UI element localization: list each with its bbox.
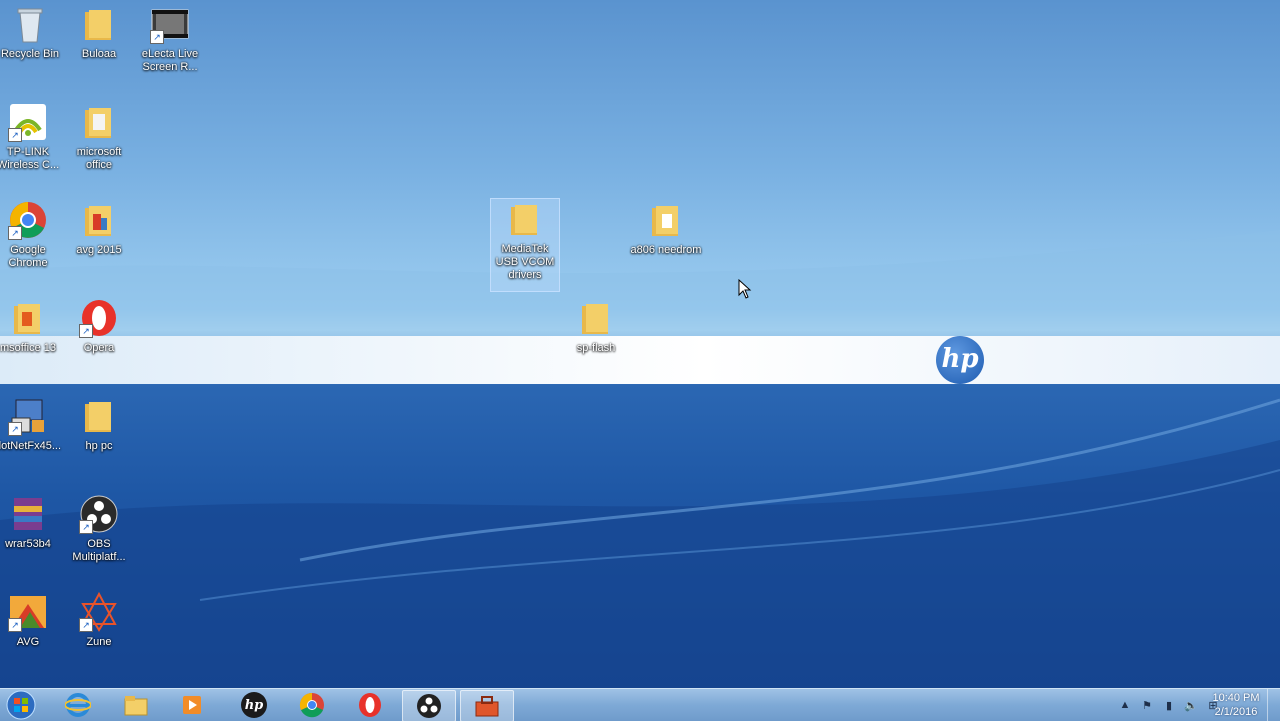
desktop-icon-google-chrome[interactable]: ↗ Google Chrome	[0, 200, 64, 270]
folder-icon	[8, 298, 48, 338]
chrome-icon	[299, 692, 324, 718]
internet-explorer-icon	[65, 693, 91, 717]
folder-icon	[79, 102, 119, 142]
folder-icon	[576, 298, 616, 338]
folder-icon	[505, 199, 545, 239]
folder-icon	[79, 4, 119, 44]
obs-icon: ↗	[79, 494, 119, 534]
desktop-icon-wrar[interactable]: wrar53b4	[0, 494, 64, 551]
mouse-cursor-icon	[738, 279, 752, 299]
taskbar-hp[interactable]: hp	[228, 690, 280, 720]
volume-icon[interactable]: 🔈	[1184, 698, 1198, 712]
wifi-icon: ↗	[8, 102, 48, 142]
flag-icon[interactable]: ⚑	[1140, 698, 1154, 712]
desktop-icon-buloaa[interactable]: Buloaa	[63, 4, 135, 61]
desktop-icon-hp-pc[interactable]: hp pc	[63, 396, 135, 453]
hp-logo: hp	[936, 336, 984, 384]
folder-icon	[646, 200, 686, 240]
video-recorder-icon: ↗	[150, 4, 190, 44]
desktop-icon-mediatek-drivers[interactable]: MediaTek USB VCOM drivers	[490, 198, 560, 292]
desktop-icon-avg-2015[interactable]: avg 2015	[63, 200, 135, 257]
desktop-icon-opera[interactable]: ↗ Opera	[63, 298, 135, 355]
taskbar-internet-explorer[interactable]	[52, 690, 104, 720]
show-desktop-button[interactable]	[1267, 689, 1280, 721]
clock-date: 2/1/2016	[1214, 706, 1258, 718]
obs-icon	[417, 694, 441, 718]
desktop: Recycle Bin ↗ TP-LINK Wireless C... ↗ Go…	[0, 0, 1280, 688]
desktop-icon-recycle-bin[interactable]: Recycle Bin	[0, 4, 66, 61]
winrar-icon	[8, 494, 48, 534]
system-tray: ▲ ⚑ ▮ 🔈 ⊞	[1118, 689, 1220, 721]
desktop-icon-tp-link[interactable]: ↗ TP-LINK Wireless C...	[0, 102, 64, 172]
show-hidden-icons-icon[interactable]: ▲	[1118, 698, 1132, 712]
start-button[interactable]	[2, 690, 40, 720]
taskbar-obs[interactable]	[402, 690, 456, 722]
avg-icon: ↗	[8, 592, 48, 632]
file-explorer-icon	[124, 696, 148, 716]
network-icon[interactable]: ▮	[1162, 698, 1176, 712]
hp-taskbar-label: hp	[244, 697, 264, 713]
wallpaper	[0, 230, 1280, 688]
desktop-icon-zune[interactable]: ↗ Zune	[63, 591, 135, 649]
desktop-icon-avg[interactable]: ↗ AVG	[0, 592, 64, 649]
desktop-icon-dotnetfx[interactable]: ↗ dotNetFx45...	[0, 396, 64, 453]
desktop-icon-a806-needrom[interactable]: a806 needrom	[630, 200, 702, 257]
desktop-icon-sp-flash[interactable]: sp-flash	[560, 298, 632, 355]
installer-icon: ↗	[8, 396, 48, 436]
toolbox-icon	[475, 696, 499, 717]
folder-icon	[79, 396, 119, 436]
media-player-icon	[183, 696, 201, 714]
taskbar: hp ▲ ⚑ ▮ 🔈 ⊞ 10:40 PM 2/1/2016	[0, 688, 1280, 722]
taskbar-media-player[interactable]	[166, 690, 218, 720]
folder-icon	[79, 200, 119, 240]
taskbar-chrome[interactable]	[286, 690, 338, 720]
taskbar-toolbox[interactable]	[460, 690, 514, 722]
taskbar-opera[interactable]	[344, 690, 396, 720]
opera-icon	[359, 693, 381, 717]
taskbar-file-explorer[interactable]	[110, 690, 162, 720]
clock[interactable]: 10:40 PM 2/1/2016	[1206, 691, 1266, 719]
zune-icon: ↗	[79, 591, 119, 632]
recycle-bin-icon	[10, 4, 50, 44]
clock-time: 10:40 PM	[1212, 692, 1260, 704]
desktop-icon-electa[interactable]: ↗ eLecta Live Screen R...	[134, 4, 206, 74]
desktop-icon-microsoft-office[interactable]: microsoft office	[63, 102, 135, 172]
opera-icon: ↗	[79, 298, 119, 338]
chrome-icon: ↗	[8, 200, 48, 240]
windows-start-icon	[6, 690, 36, 720]
desktop-icon-obs[interactable]: ↗ OBS Multiplatf...	[63, 494, 135, 564]
desktop-icon-msoffice[interactable]: msoffice 13	[0, 298, 64, 355]
